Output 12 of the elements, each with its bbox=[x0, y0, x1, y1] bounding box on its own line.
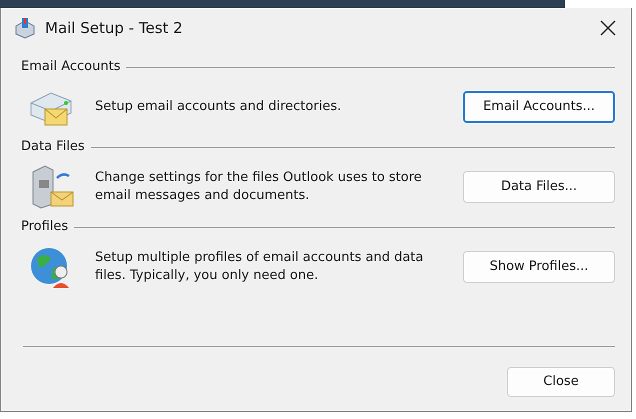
section-description: Change settings for the files Outlook uses to store email messages and documents. bbox=[95, 169, 423, 205]
section-button[interactable]: Show Profiles... bbox=[463, 251, 615, 283]
section-button[interactable]: Data Files... bbox=[463, 171, 615, 203]
section-heading: Data Files bbox=[21, 138, 85, 156]
section-heading: Profiles bbox=[21, 218, 68, 236]
mailbox-icon bbox=[13, 16, 37, 40]
section-heading: Email Accounts bbox=[21, 58, 120, 76]
section-description: Setup multiple profiles of email accounts and data files. Typically, you only need one. bbox=[95, 249, 424, 285]
section-button[interactable]: Email Accounts... bbox=[463, 91, 615, 123]
section-description: Setup email accounts and directories. bbox=[95, 98, 342, 116]
close-button[interactable]: Close bbox=[507, 367, 615, 397]
window-title: Mail Setup - Test 2 bbox=[45, 18, 184, 39]
